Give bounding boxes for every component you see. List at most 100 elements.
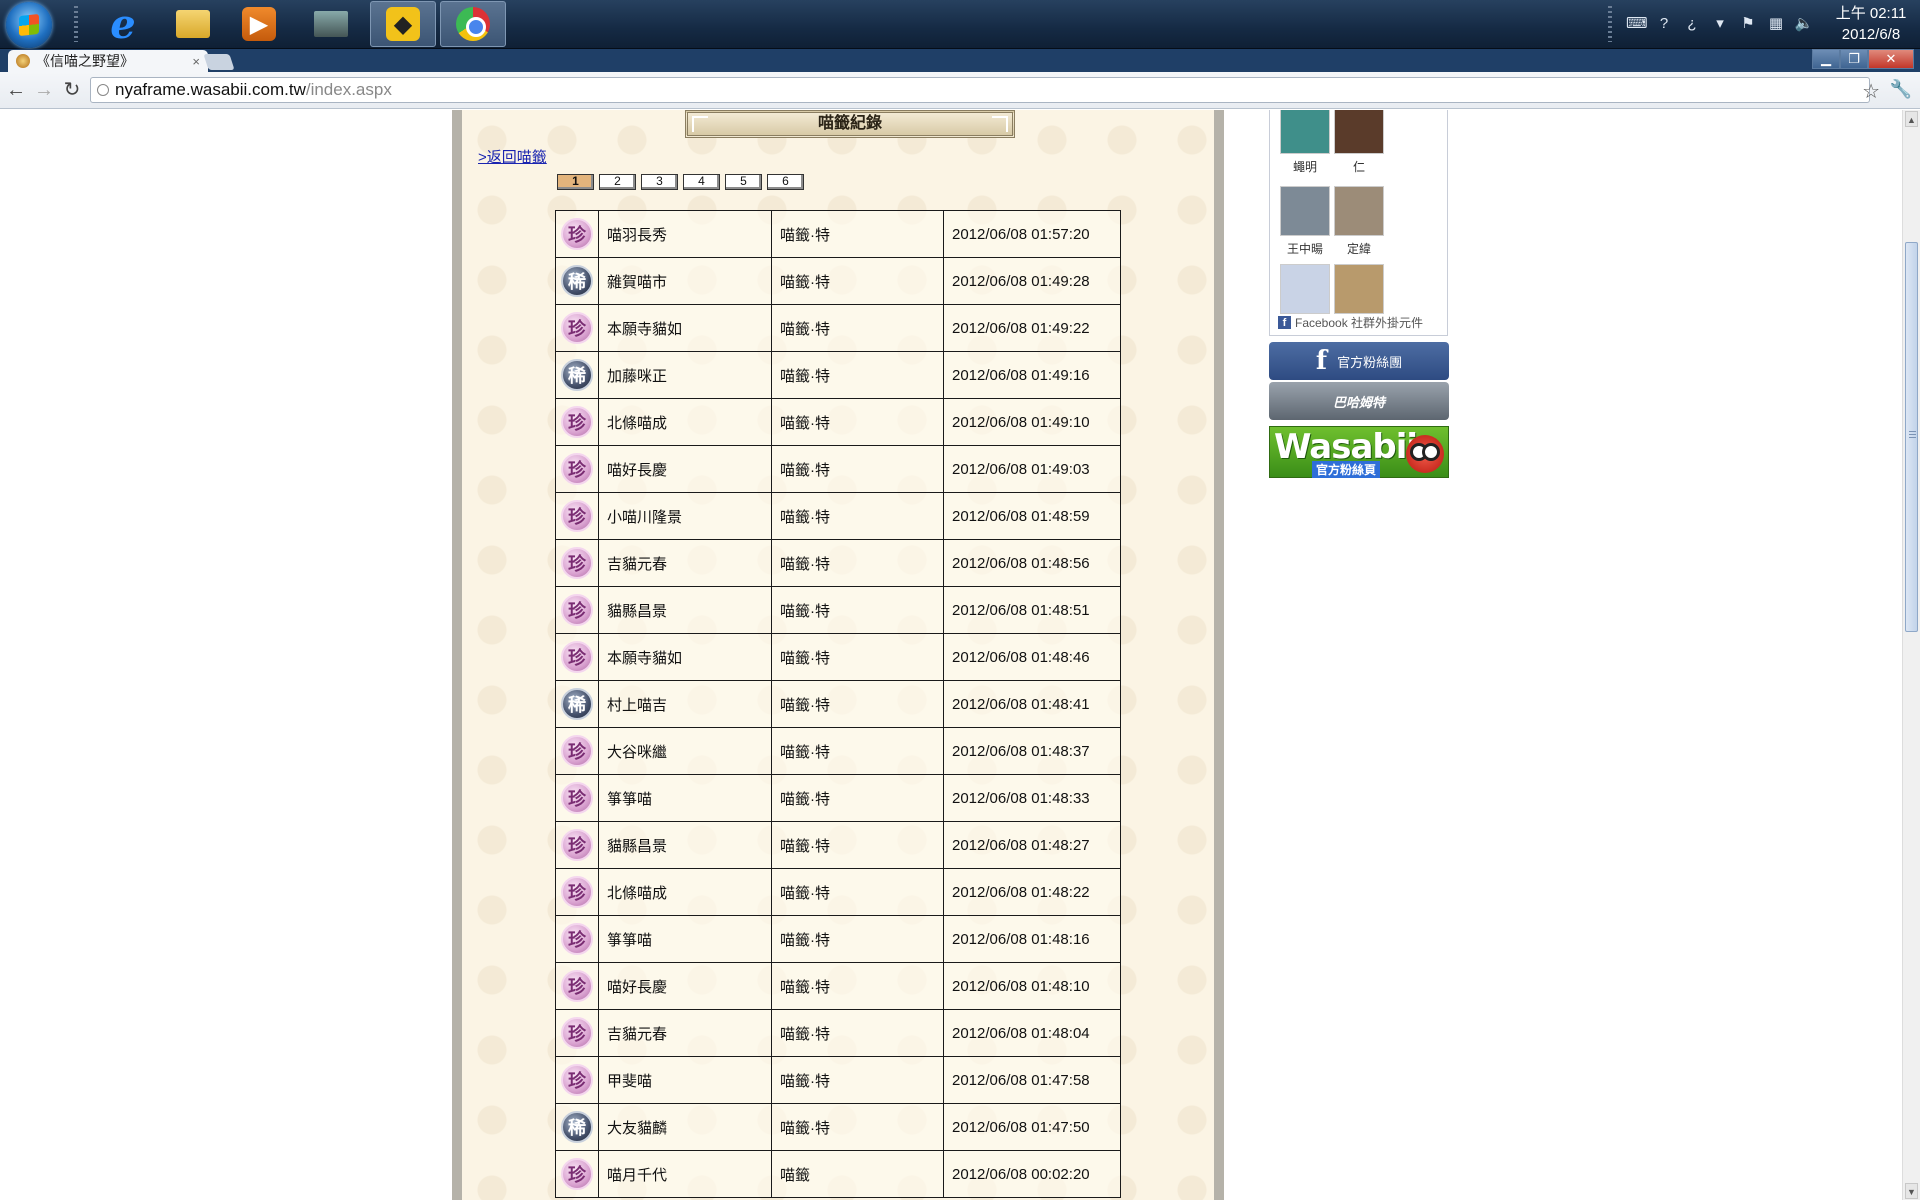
taskbar-yellow-app[interactable]: ◆: [370, 1, 436, 47]
lottery-type: 喵籤·特: [771, 445, 944, 493]
back-to-lottery-link[interactable]: >返回喵籤: [478, 146, 547, 167]
taskbar-clock[interactable]: 上午 02:11 2012/6/8: [1826, 3, 1916, 45]
rarity-cell: 珍: [555, 492, 599, 540]
rarity-cell: 珍: [555, 445, 599, 493]
action-center-flag-icon[interactable]: ⚑: [1738, 14, 1758, 34]
draw-time: 2012/06/08 01:48:46: [943, 633, 1121, 681]
draw-time: 2012/06/08 01:48:51: [943, 586, 1121, 634]
rarity-cell: 珍: [555, 539, 599, 587]
card-name: 貓縣昌景: [598, 821, 772, 869]
bookmark-star-icon[interactable]: ☆: [1862, 79, 1880, 104]
record-row: 珍喵羽長秀 喵籤·特 2012/06/08 01:57:20: [555, 210, 1121, 258]
official-fanpage-button[interactable]: f 官方粉絲團: [1269, 342, 1449, 380]
card-name: 本願寺貓如: [598, 304, 772, 352]
close-window-button[interactable]: ✕: [1868, 49, 1914, 69]
record-row: 珍甲斐喵 喵籤·特 2012/06/08 01:47:58: [555, 1056, 1121, 1104]
draw-time: 2012/06/08 01:48:59: [943, 492, 1121, 540]
lottery-type: 喵籤·特: [771, 1056, 944, 1104]
wasabii-fanpage-banner[interactable]: Wasabii 官方粉絲頁: [1269, 426, 1449, 478]
lottery-type: 喵籤·特: [771, 962, 944, 1010]
lottery-type: 喵籤·特: [771, 821, 944, 869]
draw-time: 2012/06/08 01:49:10: [943, 398, 1121, 446]
friend-avatar[interactable]: [1334, 110, 1384, 154]
facebook-widget-footer[interactable]: f Facebook 社群外掛元件: [1278, 314, 1423, 331]
close-tab-icon[interactable]: ×: [192, 54, 200, 69]
volume-icon[interactable]: 🔈: [1794, 14, 1814, 34]
friend-avatar[interactable]: [1280, 264, 1330, 314]
taskbar-chrome[interactable]: [440, 1, 506, 47]
rarity-badge-icon: 珍: [561, 923, 593, 955]
scroll-down-arrow-icon[interactable]: ▼: [1905, 1183, 1918, 1199]
lottery-type: 喵籤·特: [771, 1103, 944, 1151]
taskbar-explorer[interactable]: [160, 1, 226, 47]
maximize-button[interactable]: ❐: [1840, 49, 1868, 69]
rarity-cell: 珍: [555, 774, 599, 822]
draw-time: 2012/06/08 01:48:16: [943, 915, 1121, 963]
bahamut-button[interactable]: 巴哈姆特: [1269, 382, 1449, 420]
friend-avatar[interactable]: [1280, 110, 1330, 154]
card-name: 小喵川隆景: [598, 492, 772, 540]
keyboard-icon[interactable]: ⌨: [1626, 14, 1648, 34]
forward-arrow-icon[interactable]: →: [32, 79, 56, 101]
lottery-type: 喵籤·特: [771, 492, 944, 540]
card-name: 吉貓元春: [598, 1009, 772, 1057]
rarity-badge-icon: 珍: [561, 829, 593, 861]
scroll-up-arrow-icon[interactable]: ▲: [1905, 111, 1918, 127]
lottery-type: 喵籤·特: [771, 586, 944, 634]
minimize-button[interactable]: ▁: [1812, 49, 1840, 69]
page-button-5[interactable]: 5: [725, 174, 762, 190]
page-button-3[interactable]: 3: [641, 174, 678, 190]
lottery-type: 喵籤·特: [771, 868, 944, 916]
network-icon[interactable]: ▦: [1766, 14, 1786, 34]
pagination: 123456: [557, 174, 804, 190]
card-name: 喵好長慶: [598, 962, 772, 1010]
taskbar-ie[interactable]: e: [90, 0, 156, 48]
friend-avatar[interactable]: [1280, 186, 1330, 236]
record-row: 稀大友貓麟 喵籤·特 2012/06/08 01:47:50: [555, 1103, 1121, 1151]
taskbar-monitor[interactable]: [298, 1, 364, 47]
reload-icon[interactable]: ↻: [60, 79, 84, 101]
media-player-icon: ▶: [242, 7, 276, 41]
rarity-badge-icon: 稀: [561, 265, 593, 297]
rarity-cell: 珍: [555, 868, 599, 916]
back-arrow-icon[interactable]: ←: [4, 79, 28, 101]
vertical-scrollbar[interactable]: ▲ ▼: [1902, 110, 1920, 1200]
rarity-badge-icon: 珍: [561, 1158, 593, 1190]
help-icon[interactable]: ?: [1654, 14, 1674, 34]
page-button-6[interactable]: 6: [767, 174, 804, 190]
page-button-4[interactable]: 4: [683, 174, 720, 190]
record-row: 稀村上喵吉 喵籤·特 2012/06/08 01:48:41: [555, 680, 1121, 728]
scrollbar-thumb[interactable]: [1905, 242, 1918, 632]
card-name: 貓縣昌景: [598, 586, 772, 634]
rarity-cell: 珍: [555, 915, 599, 963]
page-button-1[interactable]: 1: [557, 174, 594, 190]
rarity-cell: 稀: [555, 257, 599, 305]
browser-tab[interactable]: 《信喵之野望》 ×: [8, 50, 208, 72]
record-row: 珍北條喵成 喵籤·特 2012/06/08 01:48:22: [555, 868, 1121, 916]
rarity-cell: 珍: [555, 304, 599, 352]
rarity-cell: 稀: [555, 351, 599, 399]
friend-name[interactable]: 蠅明: [1280, 158, 1330, 175]
record-row: 珍北條喵成 喵籤·特 2012/06/08 01:49:10: [555, 398, 1121, 446]
lottery-type: 喵籤·特: [771, 1009, 944, 1057]
chevron-down-icon[interactable]: ▾: [1710, 14, 1730, 34]
friend-name[interactable]: 仁: [1334, 158, 1384, 175]
page-button-2[interactable]: 2: [599, 174, 636, 190]
url-host: nyaframe.wasabii.com.tw: [115, 80, 306, 99]
start-button[interactable]: [6, 2, 52, 48]
new-tab-button[interactable]: [203, 54, 235, 70]
address-bar[interactable]: nyaframe.wasabii.com.tw/index.aspx: [90, 77, 1870, 103]
favicon-icon: [16, 54, 30, 68]
friend-name[interactable]: 定緯: [1334, 240, 1384, 257]
rarity-badge-icon: 珍: [561, 594, 593, 626]
draw-time: 2012/06/08 01:47:58: [943, 1056, 1121, 1104]
page-viewport: 喵籤紀錄 >返回喵籤 123456 珍喵羽長秀 喵籤·特 2012/06/08 01…: [0, 110, 1902, 1200]
friend-avatar[interactable]: [1334, 264, 1384, 314]
ie-icon: e: [110, 0, 136, 48]
draw-time: 2012/06/08 01:48:37: [943, 727, 1121, 775]
taskbar-media-player[interactable]: ▶: [226, 1, 292, 47]
friend-avatar[interactable]: [1334, 186, 1384, 236]
ime-icon[interactable]: ¿: [1682, 14, 1702, 34]
wrench-menu-icon[interactable]: 🔧: [1890, 79, 1912, 100]
friend-name[interactable]: 王中暘: [1280, 240, 1330, 257]
